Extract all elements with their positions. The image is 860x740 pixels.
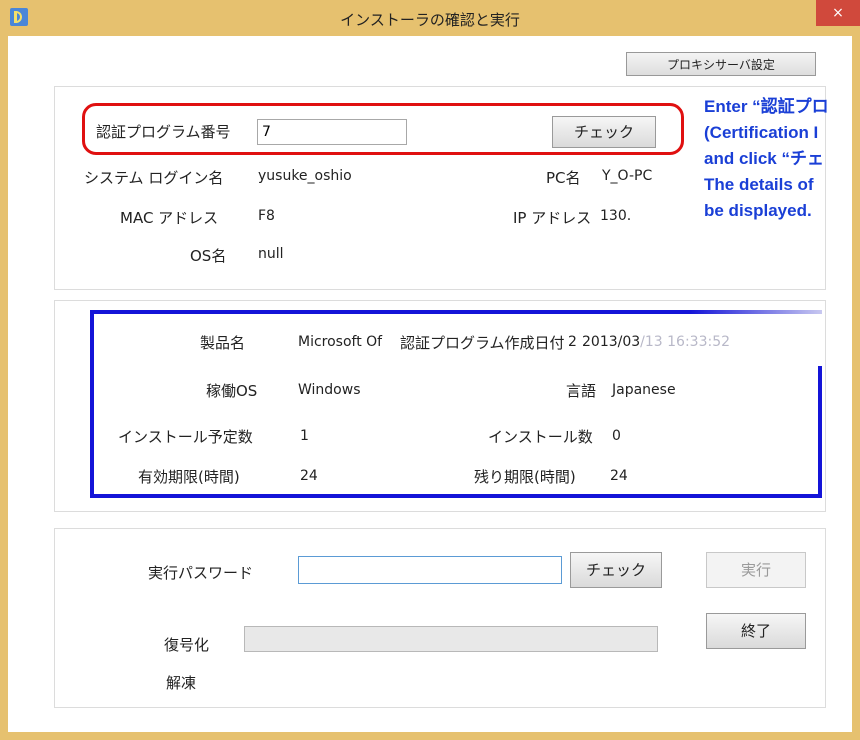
ip-address-label: IP アドレス	[513, 209, 592, 227]
os-name-value: null	[258, 246, 284, 262]
program-number-highlight	[82, 103, 684, 155]
proxy-settings-button[interactable]: プロキシサーバ設定	[626, 52, 816, 76]
decrypt-progress-bar	[244, 626, 658, 652]
window-border-left	[0, 36, 8, 740]
ip-address-value: 130.	[600, 208, 632, 224]
pc-name-label: PC名	[546, 169, 581, 187]
login-name-value: yusuke_oshio	[258, 168, 352, 184]
window-border-bottom	[0, 732, 860, 740]
mac-address-value: F8	[258, 208, 275, 224]
os-name-label: OS名	[190, 247, 227, 265]
execution-password-input[interactable]	[298, 556, 562, 584]
annotation-line-3: and click “チェ	[704, 149, 824, 168]
password-check-button[interactable]: チェック	[570, 552, 662, 588]
unfreeze-label: 解凍	[166, 674, 197, 692]
details-highlight-top-fade	[690, 310, 822, 314]
details-highlight	[90, 310, 822, 498]
login-name-label: システム ログイン名	[84, 169, 224, 187]
mac-address-label: MAC アドレス	[120, 209, 219, 227]
exit-button[interactable]: 終了	[706, 613, 806, 649]
annotation-line-2: (Certification I	[704, 123, 819, 142]
decrypt-label: 復号化	[164, 636, 210, 654]
annotation-line-1: Enter “認証プロ	[704, 97, 829, 116]
run-button[interactable]: 実行	[706, 552, 806, 588]
close-button[interactable]: ×	[816, 0, 860, 26]
pc-name-value: Y_O-PC	[602, 168, 653, 184]
annotation-line-5: be displayed.	[704, 201, 812, 220]
execution-password-label: 実行パスワード	[148, 564, 254, 582]
details-highlight-right	[818, 366, 822, 498]
window-title: インストーラの確認と実行	[340, 11, 520, 29]
annotation-line-4: The details of	[704, 175, 814, 194]
annotation-text: Enter “認証プロ (Certification I and click “…	[704, 94, 860, 224]
details-highlight-top	[90, 310, 690, 314]
